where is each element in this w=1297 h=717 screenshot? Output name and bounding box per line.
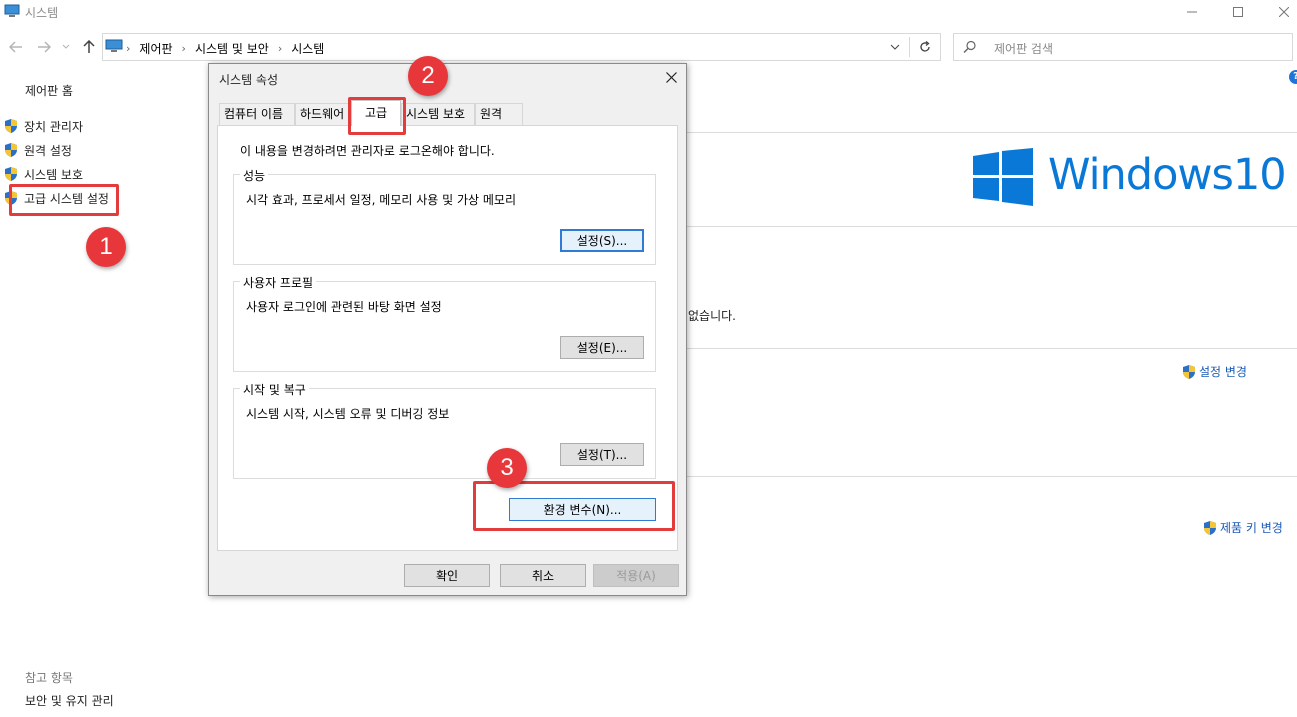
change-settings-link[interactable]: 설정 변경 <box>1181 363 1247 380</box>
cancel-button[interactable]: 취소 <box>500 564 586 587</box>
back-arrow-icon <box>9 41 22 53</box>
section-divider <box>687 226 1297 227</box>
control-panel-home-link[interactable]: 제어판 홈 <box>25 82 73 99</box>
search-input[interactable]: 제어판 검색 <box>953 33 1293 61</box>
step-badge-1: 1 <box>86 227 126 267</box>
forward-button[interactable] <box>34 38 54 56</box>
step-badge-3: 3 <box>487 448 527 488</box>
search-icon <box>963 40 979 56</box>
search-placeholder: 제어판 검색 <box>994 42 1054 56</box>
chevron-down-icon <box>890 44 900 50</box>
tab-hardware[interactable]: 하드웨어 <box>295 103 351 125</box>
window-title: 시스템 <box>25 6 59 20</box>
maximize-icon <box>1233 7 1243 17</box>
refresh-icon <box>920 41 930 52</box>
group-description: 시각 효과, 프로세서 일정, 메모리 사용 및 가상 메모리 <box>246 193 516 207</box>
tab-system-protection[interactable]: 시스템 보호 <box>401 103 475 125</box>
windows-logo-icon <box>973 148 1033 206</box>
breadcrumb-item[interactable]: 시스템 및 보안 <box>195 40 269 57</box>
group-title: 사용자 프로필 <box>240 274 317 291</box>
sidebar-item-label: 장치 관리자 <box>24 119 84 134</box>
forward-arrow-icon <box>38 41 51 53</box>
highlight-environment-variables <box>473 481 675 531</box>
recent-locations-button[interactable] <box>60 38 72 56</box>
maximize-button[interactable] <box>1215 0 1261 24</box>
performance-settings-button[interactable]: 설정(S)... <box>560 229 644 252</box>
chevron-down-icon <box>62 44 70 49</box>
title-bar: 시스템 <box>0 0 1297 24</box>
security-maintenance-link[interactable]: 보안 및 유지 관리 <box>25 692 114 709</box>
refresh-button[interactable] <box>916 39 934 55</box>
sidebar-item-label: 시스템 보호 <box>24 167 84 182</box>
close-icon <box>1279 7 1289 17</box>
computer-icon <box>105 39 123 53</box>
tab-advanced[interactable]: 고급 <box>351 100 401 126</box>
breadcrumb-separator-icon: › <box>277 42 283 55</box>
shield-icon <box>1204 520 1216 535</box>
system-icon <box>4 4 20 18</box>
change-product-key-label: 제품 키 변경 <box>1220 521 1283 535</box>
divider <box>909 37 910 57</box>
breadcrumb-item[interactable]: 제어판 <box>139 40 172 57</box>
sidebar-item-system-protection[interactable]: 시스템 보호 <box>3 165 83 183</box>
highlight-advanced-system-settings <box>9 184 119 216</box>
admin-notice: 이 내용을 변경하려면 관리자로 로그온해야 합니다. <box>240 144 495 158</box>
close-icon <box>665 71 677 83</box>
change-settings-label: 설정 변경 <box>1199 365 1247 379</box>
startup-recovery-settings-button[interactable]: 설정(T)... <box>560 443 644 466</box>
section-divider <box>687 476 1297 477</box>
left-navigation-pane: 제어판 홈 장치 관리자 원격 설정 시스템 보호 고급 시스템 설정 참고 항… <box>0 70 200 710</box>
minimize-icon <box>1187 11 1197 13</box>
windows-brand-text: Windows10 <box>1048 150 1287 200</box>
address-dropdown-button[interactable] <box>887 40 903 54</box>
sidebar-item-label: 원격 설정 <box>24 143 72 158</box>
system-info-text: 없습니다. <box>688 309 736 323</box>
group-description: 시스템 시작, 시스템 오류 및 디버깅 정보 <box>246 407 450 421</box>
address-bar[interactable]: › 제어판 › 시스템 및 보안 › 시스템 <box>102 33 941 61</box>
change-product-key-link[interactable]: 제품 키 변경 <box>1202 519 1283 536</box>
step-badge-2: 2 <box>408 56 448 96</box>
see-also-heading: 참고 항목 <box>25 671 73 685</box>
shield-icon <box>1183 364 1195 379</box>
apply-button[interactable]: 적용(A) <box>593 564 679 587</box>
tab-computer-name[interactable]: 컴퓨터 이름 <box>219 103 295 125</box>
shield-icon <box>5 119 17 133</box>
up-button[interactable] <box>79 38 99 56</box>
group-title: 시작 및 복구 <box>240 381 309 398</box>
section-divider <box>687 132 1297 133</box>
group-description: 사용자 로그인에 관련된 바탕 화면 설정 <box>246 300 442 314</box>
breadcrumb: › 제어판 › 시스템 및 보안 › 시스템 <box>126 40 324 57</box>
user-profiles-settings-button[interactable]: 설정(E)... <box>560 336 644 359</box>
breadcrumb-item[interactable]: 시스템 <box>291 40 324 57</box>
performance-group: 성능 시각 효과, 프로세서 일정, 메모리 사용 및 가상 메모리 설정(S)… <box>233 167 656 265</box>
sidebar-item-remote-settings[interactable]: 원격 설정 <box>3 141 72 159</box>
shield-icon <box>5 143 17 157</box>
group-title: 성능 <box>240 167 269 184</box>
breadcrumb-separator-icon: › <box>126 42 131 55</box>
minimize-button[interactable] <box>1169 0 1215 24</box>
user-profiles-group: 사용자 프로필 사용자 로그인에 관련된 바탕 화면 설정 설정(E)... <box>233 274 656 372</box>
dialog-title: 시스템 속성 <box>219 73 279 87</box>
ok-button[interactable]: 확인 <box>404 564 490 587</box>
up-arrow-icon <box>83 40 95 53</box>
close-window-button[interactable] <box>1261 0 1297 24</box>
breadcrumb-separator-icon: › <box>181 42 186 55</box>
section-divider <box>687 348 1297 349</box>
sidebar-item-device-manager[interactable]: 장치 관리자 <box>3 117 83 135</box>
help-icon[interactable]: ? <box>1289 70 1297 84</box>
tab-remote[interactable]: 원격 <box>475 103 523 125</box>
shield-icon <box>5 167 17 181</box>
dialog-close-button[interactable] <box>663 69 679 85</box>
back-button[interactable] <box>6 38 26 56</box>
startup-recovery-group: 시작 및 복구 시스템 시작, 시스템 오류 및 디버깅 정보 설정(T)... <box>233 381 656 479</box>
